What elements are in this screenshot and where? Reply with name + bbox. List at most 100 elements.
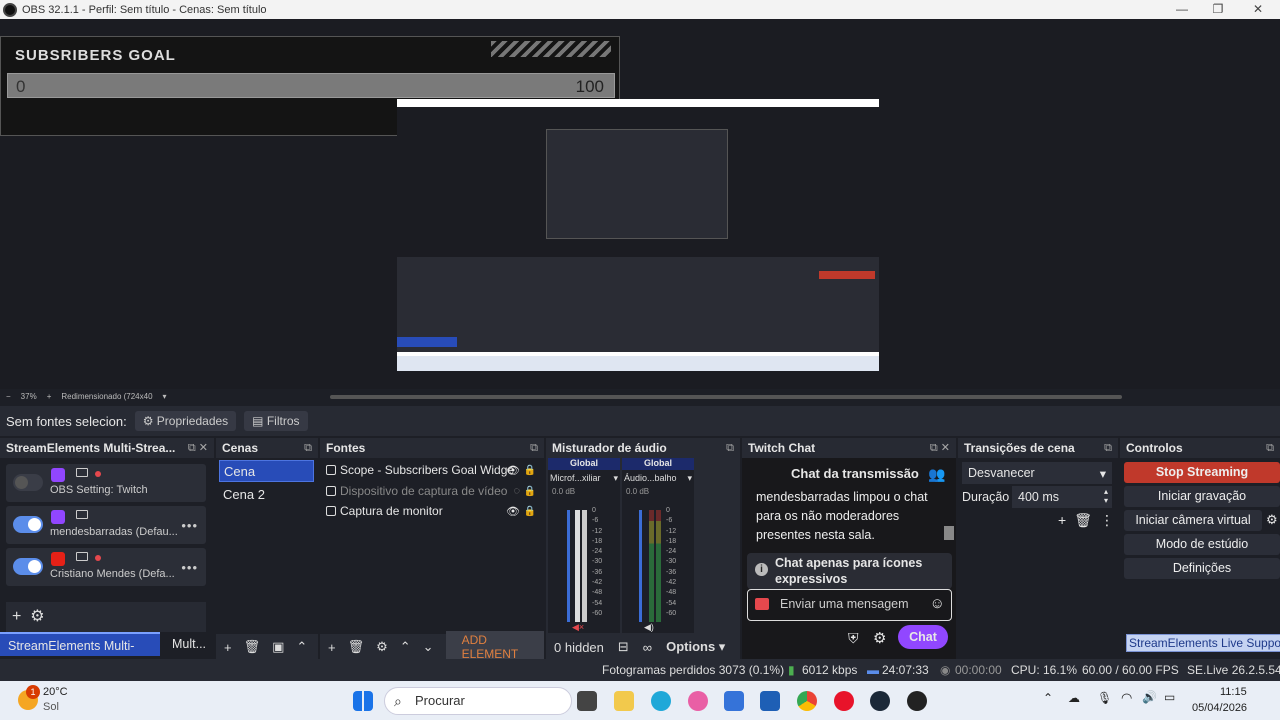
- add-icon[interactable]: +: [224, 640, 232, 655]
- taskbar-search[interactable]: ⌕ Procurar: [384, 687, 572, 715]
- multistream-row[interactable]: mendesbarradas (Defau... •••: [6, 506, 206, 544]
- multistream-row[interactable]: OBS Setting: Twitch: [6, 464, 206, 502]
- toggle-switch[interactable]: [13, 516, 43, 533]
- users-icon[interactable]: 👥: [928, 466, 945, 483]
- properties-button[interactable]: ⚙ Propriedades: [134, 411, 237, 431]
- copilot-icon[interactable]: [688, 691, 708, 711]
- add-icon[interactable]: +: [12, 608, 21, 625]
- tab-multistream[interactable]: StreamElements Multi-Str...: [0, 632, 160, 677]
- up-icon[interactable]: ⌃: [400, 639, 411, 655]
- store-icon[interactable]: [760, 691, 780, 711]
- gear-icon[interactable]: ⚙: [873, 629, 886, 647]
- options-button[interactable]: Options ▾: [666, 639, 725, 655]
- chevron-down-icon[interactable]: ▾: [687, 473, 692, 484]
- outlook-icon[interactable]: [724, 691, 744, 711]
- file-explorer-icon[interactable]: [614, 691, 634, 711]
- clock-time[interactable]: 11:15: [1220, 686, 1247, 698]
- more-vert-icon[interactable]: ⋮: [1100, 512, 1114, 529]
- windows-start-icon[interactable]: [353, 691, 373, 711]
- add-icon[interactable]: +: [328, 640, 336, 655]
- obs-taskbar-icon[interactable]: [907, 691, 927, 711]
- settings-button[interactable]: Definições: [1124, 558, 1280, 579]
- more-icon[interactable]: •••: [181, 560, 198, 575]
- preview-horizontal-scrollbar[interactable]: [330, 395, 1122, 399]
- dock-float-icon[interactable]: ⧉: [1266, 442, 1274, 455]
- dock-float-icon[interactable]: ⧉ ✕: [188, 441, 208, 455]
- dock-float-icon[interactable]: ⧉: [530, 442, 538, 455]
- trash-icon[interactable]: 🗑: [348, 639, 365, 655]
- microphone-icon[interactable]: 🎙: [1097, 691, 1112, 705]
- shield-icon[interactable]: ⛨: [848, 630, 859, 647]
- maximize-button[interactable]: ❐: [1200, 0, 1236, 19]
- chat-input[interactable]: Enviar uma mensagem ☺: [747, 589, 952, 621]
- volume-icon[interactable]: 🔊: [1142, 690, 1157, 704]
- lock-icon[interactable]: 🔒: [524, 465, 536, 476]
- eye-hidden-icon[interactable]: ◌: [513, 485, 520, 497]
- scene-item[interactable]: Cena 2: [219, 484, 314, 506]
- chrome-icon[interactable]: [797, 691, 817, 711]
- mute-icon[interactable]: ◀×: [572, 622, 584, 633]
- lock-icon[interactable]: 🔒: [524, 506, 536, 517]
- toggle-switch[interactable]: [13, 558, 43, 575]
- dock-float-icon[interactable]: ⧉: [304, 442, 312, 455]
- live-support-link[interactable]: StreamElements Live Support: [1126, 634, 1280, 652]
- clock-date[interactable]: 05/04/2026: [1192, 702, 1247, 714]
- down-icon[interactable]: ⌄: [423, 639, 434, 655]
- duration-input[interactable]: 400 ms ▴ ▾: [1012, 486, 1112, 508]
- filter-icon[interactable]: ▣: [272, 639, 284, 655]
- start-recording-button[interactable]: Iniciar gravação: [1124, 486, 1280, 507]
- chevron-down-icon[interactable]: ▾: [613, 473, 618, 484]
- lock-icon[interactable]: 🔒: [524, 486, 536, 497]
- up-icon[interactable]: ⌃: [296, 639, 307, 655]
- gear-icon[interactable]: ⚙: [30, 608, 44, 625]
- transition-select[interactable]: Desvanecer ▾: [962, 462, 1112, 484]
- add-icon[interactable]: +: [1058, 512, 1066, 529]
- eye-icon[interactable]: 👁: [506, 464, 520, 477]
- toggle-switch[interactable]: [13, 474, 43, 491]
- edge-icon[interactable]: [651, 691, 671, 711]
- scene-item[interactable]: Cena: [219, 460, 314, 482]
- preview-canvas[interactable]: SUBSRIBERS GOAL 0 100: [0, 19, 1280, 389]
- eye-icon[interactable]: 👁: [506, 505, 520, 518]
- speaker-icon[interactable]: ◀): [644, 622, 654, 633]
- tab-multi[interactable]: Mult...: [164, 632, 214, 656]
- chat-scrollbar[interactable]: [944, 526, 954, 540]
- chat-send-button[interactable]: Chat: [898, 625, 948, 649]
- trash-icon[interactable]: 🗑: [1074, 512, 1092, 529]
- live-dot-icon: [95, 471, 101, 477]
- menu-icon[interactable]: ⊟: [618, 639, 629, 655]
- gear-icon[interactable]: ⚙: [376, 639, 388, 655]
- steam-icon[interactable]: [870, 691, 890, 711]
- wifi-icon[interactable]: ◠: [1121, 690, 1132, 706]
- hidden-count[interactable]: 0 hidden: [554, 640, 604, 655]
- weather-temp[interactable]: 20°C: [43, 686, 68, 698]
- task-view-icon[interactable]: [577, 691, 597, 711]
- start-virtual-camera-button[interactable]: Iniciar câmera virtual: [1124, 510, 1262, 531]
- dock-float-icon[interactable]: ⧉: [726, 442, 734, 455]
- close-window-button[interactable]: ✕: [1240, 0, 1276, 19]
- minimize-button[interactable]: —: [1164, 0, 1200, 19]
- chevron-up-icon[interactable]: ⌃: [1043, 691, 1053, 705]
- more-icon[interactable]: •••: [181, 518, 198, 533]
- studio-mode-button[interactable]: Modo de estúdio: [1124, 534, 1280, 555]
- opera-icon[interactable]: [834, 691, 854, 711]
- gear-icon[interactable]: ⚙: [1266, 512, 1278, 528]
- source-item[interactable]: Captura de monitor 👁 🔒: [326, 501, 538, 521]
- dock-float-icon[interactable]: ⧉ ✕: [930, 441, 950, 455]
- source-item[interactable]: Dispositivo de captura de vídeo ◌ 🔒: [326, 481, 538, 501]
- battery-icon[interactable]: ▭: [1164, 690, 1175, 704]
- multistream-row[interactable]: Cristiano Mendes (Defa... •••: [6, 548, 206, 586]
- trash-icon[interactable]: 🗑: [244, 639, 261, 655]
- volume-fader[interactable]: [639, 510, 642, 622]
- stop-streaming-button[interactable]: Stop Streaming: [1124, 462, 1280, 483]
- dock-float-icon[interactable]: ⧉: [1104, 442, 1112, 455]
- zoom-in-button[interactable]: +: [47, 392, 52, 401]
- zoom-out-button[interactable]: −: [6, 392, 11, 401]
- filters-button[interactable]: ▤ Filtros: [244, 411, 308, 431]
- cloud-icon[interactable]: ☁: [1068, 691, 1080, 705]
- chevron-down-icon[interactable]: ▾: [163, 392, 167, 401]
- emoji-icon[interactable]: ☺: [930, 595, 945, 612]
- link-icon[interactable]: ∞: [643, 640, 652, 655]
- source-item[interactable]: Scope - Subscribers Goal Widge 👁 🔒: [326, 460, 538, 480]
- volume-fader[interactable]: [567, 510, 570, 622]
